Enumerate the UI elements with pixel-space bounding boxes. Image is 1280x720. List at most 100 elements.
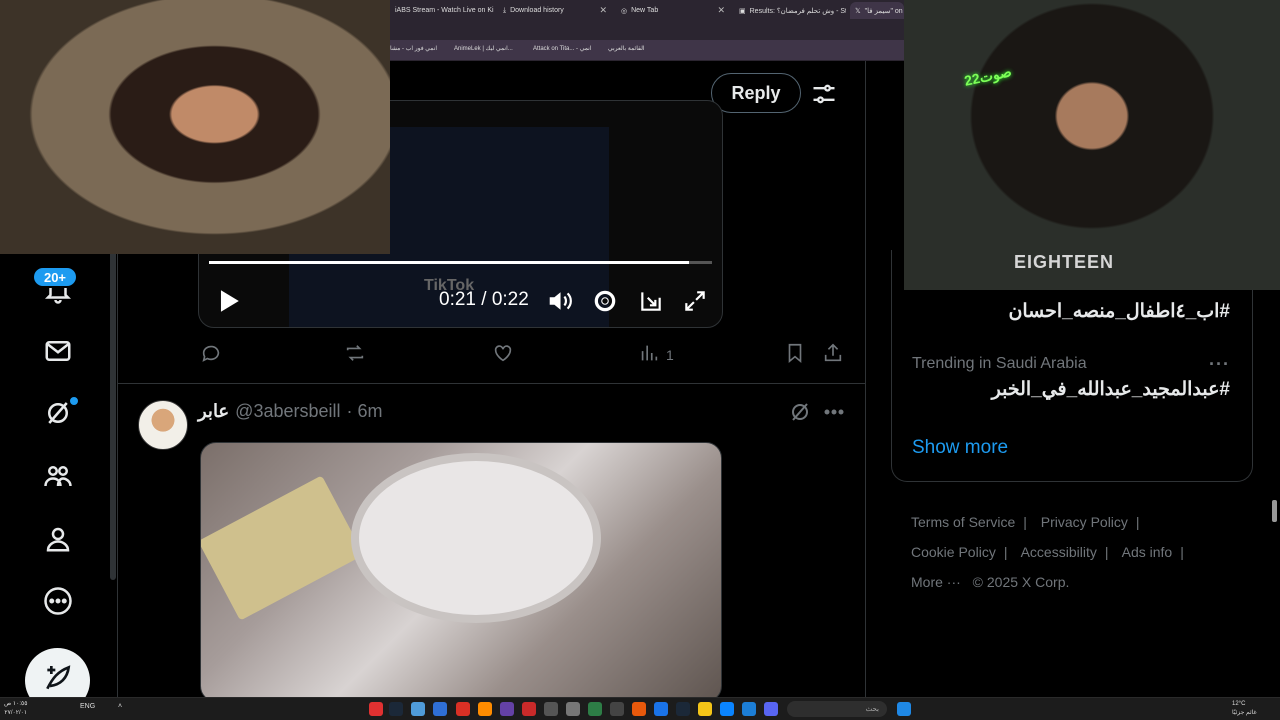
author-name[interactable]: عابر xyxy=(198,401,229,422)
left-scrollbar[interactable] xyxy=(110,240,116,580)
bookmark-action[interactable] xyxy=(784,342,806,367)
grok-explain-button[interactable] xyxy=(788,400,812,424)
post-actions: 1 xyxy=(200,342,848,370)
taskbar-search[interactable]: بحث xyxy=(787,701,887,717)
app-icon[interactable] xyxy=(522,702,536,716)
more-link[interactable]: More ··· xyxy=(911,574,961,590)
communities-nav[interactable] xyxy=(32,452,84,504)
right-scrollbar[interactable] xyxy=(1272,500,1277,522)
weather-label: غائم جزئيًا xyxy=(1232,710,1257,716)
firefox-icon[interactable] xyxy=(632,702,646,716)
steam-icon[interactable] xyxy=(389,702,403,716)
reply-button[interactable]: Reply xyxy=(711,73,801,113)
terms-link[interactable]: Terms of Service xyxy=(911,514,1015,530)
reply-action[interactable] xyxy=(200,342,222,367)
app-icon[interactable] xyxy=(566,702,580,716)
app-icon[interactable] xyxy=(742,702,756,716)
repost-icon xyxy=(344,342,366,367)
browser-chrome: iABS Stream - Watch Live on Ki✕ ⤓ Downlo… xyxy=(390,0,904,61)
webcam-neon-sign: صوت22 xyxy=(962,63,1013,89)
bookmark[interactable]: القائمة بالعربي xyxy=(608,45,645,52)
webcam-left xyxy=(0,0,390,254)
trend-name[interactable]: #اب_٤اطفال_منصه_احسان xyxy=(1008,300,1230,323)
play-button[interactable] xyxy=(213,288,243,319)
reply-filter-button[interactable] xyxy=(810,80,838,108)
bookmark[interactable]: Attack on Tita... - انمي xyxy=(533,45,592,52)
browser-tab[interactable]: iABS Stream - Watch Live on Ki✕ xyxy=(390,2,494,19)
video-content-wood xyxy=(201,475,364,621)
bar-chart-icon xyxy=(638,342,660,367)
footer-links: Terms of Service | Privacy Policy | Cookie… xyxy=(911,507,1241,597)
edge-icon[interactable] xyxy=(720,702,734,716)
steam-icon[interactable] xyxy=(676,702,690,716)
profile-nav[interactable] xyxy=(32,515,84,567)
close-icon[interactable]: ✕ xyxy=(599,5,607,16)
picture-in-picture-button[interactable] xyxy=(636,288,666,319)
app-icon[interactable] xyxy=(610,702,624,716)
taskbar-weather[interactable]: 12°C غائم جزئيًا xyxy=(1232,700,1257,718)
app-icon[interactable] xyxy=(544,702,558,716)
discord-icon[interactable] xyxy=(764,702,778,716)
trend-more-button[interactable]: ··· xyxy=(1209,354,1230,375)
post-more-button[interactable] xyxy=(822,400,846,424)
app-icon[interactable] xyxy=(411,702,425,716)
clock-date: ٢٧/٠٢/٠١ xyxy=(4,710,28,716)
app-icon[interactable] xyxy=(433,702,447,716)
more-circle-icon xyxy=(43,586,73,621)
webcam-shirt-print: EIGHTEEN xyxy=(1014,252,1115,272)
play-icon xyxy=(215,288,241,319)
app-icon[interactable] xyxy=(500,702,514,716)
trend-name[interactable]: #عبدالمجيد_عبدالله_في_الخبر xyxy=(992,378,1230,401)
post-divider xyxy=(118,383,865,384)
language-indicator[interactable]: ENG xyxy=(80,703,95,710)
footer-separator: | xyxy=(1023,514,1027,530)
mute-button[interactable] xyxy=(545,288,575,319)
browser-tab-active[interactable]: 𝕏 "سيمز فا" on xyxy=(850,2,904,19)
video-progress-bar[interactable] xyxy=(209,261,712,264)
more-nav[interactable] xyxy=(32,577,84,629)
app-icon[interactable] xyxy=(478,702,492,716)
accessibility-link[interactable]: Accessibility xyxy=(1021,544,1097,560)
app-icon[interactable] xyxy=(456,702,470,716)
video-settings-button[interactable] xyxy=(590,288,620,319)
bookmark[interactable]: انمي فور اب - مشا xyxy=(390,45,437,52)
pip-icon xyxy=(638,288,664,319)
close-icon[interactable]: ✕ xyxy=(717,5,725,16)
browser-tab[interactable]: ⤓ Download history ✕ xyxy=(498,2,612,19)
avatar[interactable] xyxy=(138,400,188,450)
bookmark[interactable]: AnimeLek | انمي ليك... xyxy=(454,45,513,52)
windows-start-icon[interactable] xyxy=(897,702,911,716)
author-handle[interactable]: @3abersbeill xyxy=(235,401,340,422)
chevron-up-icon[interactable]: ˄ xyxy=(118,703,122,710)
app-icon[interactable] xyxy=(369,702,383,716)
tab-label: iABS Stream - Watch Live on Ki xyxy=(395,7,494,14)
messages-nav[interactable] xyxy=(32,327,84,379)
repost-action[interactable] xyxy=(344,342,366,367)
show-more-link[interactable]: Show more xyxy=(912,437,1008,459)
ads-info-link[interactable]: Ads info xyxy=(1122,544,1173,560)
taskbar: ١٠:٥٥ ص ٢٧/٠٢/٠١ ENG ˄ بحث 12°C غائم جزئ… xyxy=(0,697,1280,720)
cookie-link[interactable]: Cookie Policy xyxy=(911,544,996,560)
volume-icon xyxy=(547,288,573,319)
chrome-icon[interactable] xyxy=(654,702,668,716)
fullscreen-button[interactable] xyxy=(680,288,710,319)
views-action[interactable]: 1 xyxy=(638,342,674,367)
video-player-2[interactable] xyxy=(200,442,722,697)
browser-tab[interactable]: ▣ Results: وش تحلم فرمضان؟ - Str✕ xyxy=(734,2,846,19)
webcam-right: صوت22 EIGHTEEN xyxy=(904,0,1280,290)
tab-label: Download history xyxy=(510,7,564,14)
mail-icon xyxy=(43,336,73,371)
post-time[interactable]: · 6m xyxy=(347,401,383,422)
sliders-icon xyxy=(810,84,838,112)
video-time: 0:21 / 0:22 xyxy=(439,289,529,310)
folder-icon[interactable] xyxy=(698,702,712,716)
app-icon[interactable] xyxy=(588,702,602,716)
person-icon xyxy=(43,524,73,559)
share-action[interactable] xyxy=(822,342,844,367)
taskbar-clock[interactable]: ١٠:٥٥ ص ٢٧/٠٢/٠١ xyxy=(4,700,27,718)
browser-tab[interactable]: ◎ New Tab ✕ xyxy=(616,2,730,19)
post-header: عابر @3abersbeill · 6m xyxy=(198,401,383,422)
privacy-link[interactable]: Privacy Policy xyxy=(1041,514,1128,530)
trend-meta: Trending in Saudi Arabia xyxy=(912,355,1087,372)
like-action[interactable] xyxy=(492,342,514,367)
